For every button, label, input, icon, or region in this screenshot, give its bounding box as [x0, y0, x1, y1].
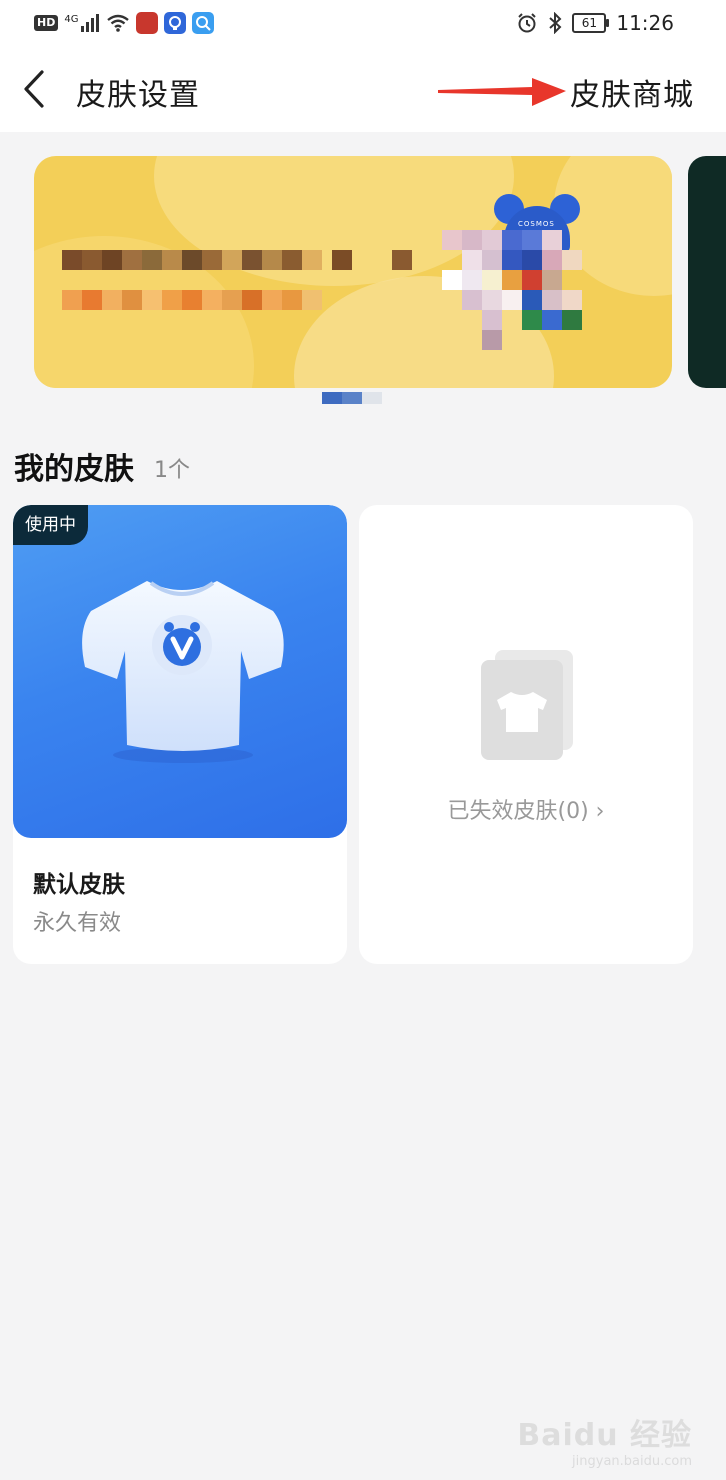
default-skin-card[interactable]: 使用中 默认皮肤 永久有效 — [13, 505, 347, 964]
mascot-label: COSMOS — [518, 220, 555, 228]
nav-bar: 皮肤设置 皮肤商城 — [0, 48, 726, 132]
carousel-indicator — [322, 392, 382, 404]
wifi-icon — [107, 14, 130, 32]
skin-shop-link[interactable]: 皮肤商城 — [570, 70, 694, 114]
watermark-logo-text: Baidu 经验 — [517, 1418, 692, 1453]
in-use-badge: 使用中 — [13, 505, 88, 545]
bluetooth-icon — [549, 12, 562, 34]
status-left-icons: HD 4G — [34, 12, 215, 34]
baidu-watermark: Baidu 经验 jingyan.baidu.com — [517, 1410, 692, 1469]
app-news-icon — [136, 12, 159, 34]
banner-slide[interactable]: COSMOS — [34, 156, 672, 388]
search-app-icon — [192, 12, 215, 34]
network-type: 4G — [64, 13, 79, 25]
carousel-dot-active — [322, 392, 342, 404]
clock: 11:26 — [616, 11, 674, 35]
expired-skins-card[interactable]: 已失效皮肤(0) › — [359, 505, 693, 964]
back-button[interactable] — [16, 66, 56, 112]
carousel-dot-active — [342, 392, 362, 404]
skin-preview: 使用中 — [13, 505, 347, 838]
chevron-left-icon — [24, 70, 44, 108]
signal-icon — [81, 14, 100, 32]
alarm-icon — [518, 13, 537, 33]
bulb-app-icon — [164, 12, 187, 34]
skin-validity: 永久有效 — [33, 911, 122, 936]
page-title: 皮肤设置 — [76, 78, 200, 113]
red-arrow-annotation — [438, 78, 566, 106]
tshirt-icon — [82, 581, 284, 763]
hd-badge: HD — [34, 15, 59, 31]
skin-count: 1个 — [154, 458, 190, 483]
skin-name: 默认皮肤 — [33, 872, 125, 898]
banner-carousel[interactable]: COSMOS — [0, 132, 726, 422]
section-title: 我的皮肤 — [14, 452, 134, 487]
expired-skins-link[interactable]: 已失效皮肤(0) › — [359, 793, 693, 825]
battery-indicator: 61 — [572, 13, 610, 33]
banner-next-slide[interactable] — [688, 156, 726, 388]
watermark-url: jingyan.baidu.com — [572, 1454, 692, 1469]
status-bar: HD 4G 61 11:26 — [0, 0, 726, 48]
status-right-icons: 61 11:26 — [516, 11, 674, 35]
carousel-dot — [362, 392, 382, 404]
expired-skin-stack-icon — [481, 650, 573, 760]
